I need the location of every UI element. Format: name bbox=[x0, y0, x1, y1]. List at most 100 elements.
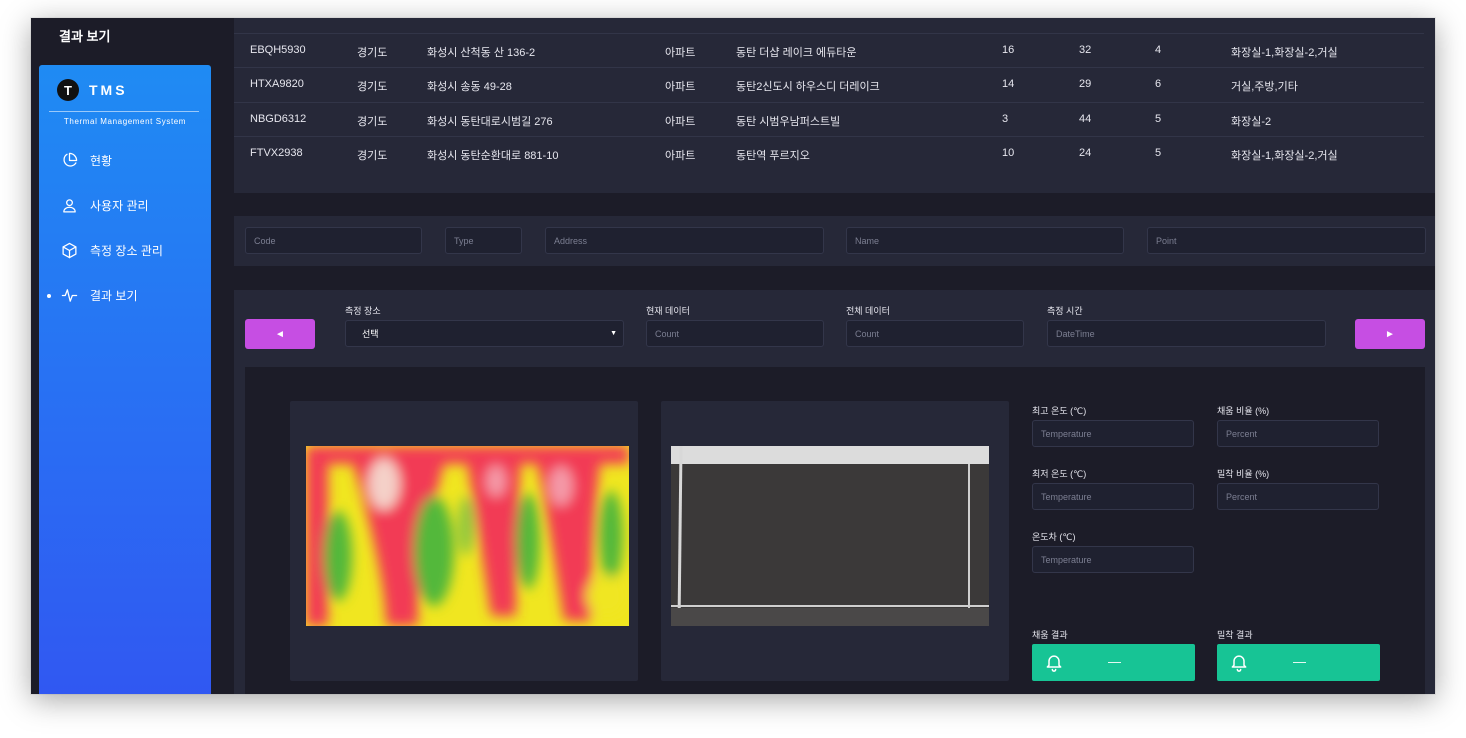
fill-ratio-input[interactable] bbox=[1217, 420, 1379, 447]
cell-code: HTXA9820 bbox=[250, 78, 304, 90]
cell-value-2: 44 bbox=[1079, 113, 1092, 125]
point-search-input[interactable] bbox=[1147, 227, 1426, 254]
pulse-icon bbox=[61, 288, 78, 302]
search-panel bbox=[234, 216, 1435, 266]
measurement-panel: ◄ 측정 장소 선택 ▼ 현재 데이터 전체 데이터 측정 시간 ► bbox=[234, 290, 1435, 694]
cell-value-2: 29 bbox=[1079, 78, 1092, 90]
next-button[interactable]: ► bbox=[1355, 319, 1425, 349]
sidebar: T TMS Thermal Management System 현황 사용자 관… bbox=[39, 65, 211, 694]
table-row[interactable]: NBGD6312 경기도 화성시 동탄대로시범길 276 아파트 동탄 시범우남… bbox=[234, 102, 1424, 137]
bell-icon bbox=[1231, 655, 1247, 672]
location-select-value: 선택 bbox=[362, 329, 379, 339]
sidebar-item-users[interactable]: 사용자 관리 bbox=[61, 193, 149, 217]
sidebar-item-locations[interactable]: 측정 장소 관리 bbox=[61, 238, 163, 262]
cell-value-2: 24 bbox=[1079, 147, 1092, 159]
max-temp-input[interactable] bbox=[1032, 420, 1194, 447]
thermal-card bbox=[290, 401, 638, 681]
cell-points: 화장실-1,화장실-2,거실 bbox=[1231, 47, 1338, 59]
adhesion-result-button[interactable]: — bbox=[1217, 644, 1380, 681]
brand-subtitle: Thermal Management System bbox=[63, 117, 187, 126]
cell-type: 아파트 bbox=[665, 150, 696, 162]
cell-region: 경기도 bbox=[357, 47, 388, 59]
cell-name: 동탄 시범우남퍼스트빌 bbox=[736, 116, 841, 128]
adhesion-ratio-label: 밀착 비율 (%) bbox=[1217, 469, 1270, 479]
cell-value-3: 4 bbox=[1155, 44, 1162, 56]
logo-icon: T bbox=[57, 79, 79, 101]
sidebar-item-status[interactable]: 현황 bbox=[61, 148, 112, 172]
cell-value-3: 5 bbox=[1155, 147, 1162, 159]
sidebar-item-label: 측정 장소 관리 bbox=[90, 243, 163, 258]
cell-value-3: 6 bbox=[1155, 78, 1162, 90]
cell-address: 화성시 동탄순환대로 881-10 bbox=[427, 150, 559, 162]
sidebar-item-label: 사용자 관리 bbox=[90, 198, 149, 213]
bell-icon bbox=[1046, 655, 1062, 672]
cell-code: FTVX2938 bbox=[250, 147, 303, 159]
adhesion-ratio-input[interactable] bbox=[1217, 483, 1379, 510]
fill-result-label: 채움 결과 bbox=[1032, 630, 1068, 640]
wall-photo bbox=[671, 446, 989, 626]
total-data-input[interactable] bbox=[846, 320, 1024, 347]
prev-button[interactable]: ◄ bbox=[245, 319, 315, 349]
cell-name: 동탄2신도시 하우스디 더레이크 bbox=[736, 81, 880, 93]
sidebar-item-label: 결과 보기 bbox=[90, 288, 138, 303]
cell-region: 경기도 bbox=[357, 150, 388, 162]
location-select[interactable]: 선택 ▼ bbox=[345, 320, 624, 347]
fill-ratio-label: 채움 비율 (%) bbox=[1217, 406, 1270, 416]
cell-points: 화장실-2 bbox=[1231, 116, 1272, 128]
cell-points: 화장실-1,화장실-2,거실 bbox=[1231, 150, 1338, 162]
table-row[interactable]: EBQH5930 경기도 화성시 산척동 산 136-2 아파트 동탄 더샵 레… bbox=[234, 33, 1424, 68]
cube-icon bbox=[62, 242, 77, 258]
photo-card bbox=[661, 401, 1009, 681]
name-search-input[interactable] bbox=[846, 227, 1124, 254]
cell-type: 아파트 bbox=[665, 81, 696, 93]
user-icon bbox=[63, 198, 76, 213]
measure-time-input[interactable] bbox=[1047, 320, 1326, 347]
total-data-label: 전체 데이터 bbox=[846, 306, 890, 316]
cell-value-1: 14 bbox=[1002, 78, 1015, 90]
adhesion-result-value: — bbox=[1293, 654, 1306, 669]
location-label: 측정 장소 bbox=[345, 306, 381, 316]
active-indicator bbox=[47, 294, 51, 298]
page-title: 결과 보기 bbox=[59, 29, 111, 44]
brand-name: TMS bbox=[89, 82, 128, 98]
type-search-input[interactable] bbox=[445, 227, 522, 254]
min-temp-label: 최저 온도 (℃) bbox=[1032, 469, 1087, 479]
cell-region: 경기도 bbox=[357, 116, 388, 128]
thermal-image bbox=[306, 446, 629, 626]
measure-time-label: 측정 시간 bbox=[1047, 306, 1083, 316]
cell-address: 화성시 동탄대로시범길 276 bbox=[427, 116, 553, 128]
cell-type: 아파트 bbox=[665, 116, 696, 128]
code-search-input[interactable] bbox=[245, 227, 422, 254]
sidebar-item-results[interactable]: 결과 보기 bbox=[61, 283, 138, 307]
cell-address: 화성시 송동 49-28 bbox=[427, 81, 512, 93]
fill-result-button[interactable]: — bbox=[1032, 644, 1195, 681]
sidebar-item-label: 현황 bbox=[90, 153, 113, 168]
cell-value-3: 5 bbox=[1155, 113, 1162, 125]
brand[interactable]: T TMS bbox=[57, 79, 128, 101]
table-row[interactable]: HTXA9820 경기도 화성시 송동 49-28 아파트 동탄2신도시 하우스… bbox=[234, 67, 1424, 102]
address-search-input[interactable] bbox=[545, 227, 824, 254]
cell-code: NBGD6312 bbox=[250, 113, 307, 125]
adhesion-result-label: 밀착 결과 bbox=[1217, 630, 1253, 640]
cell-points: 거실,주방,기타 bbox=[1231, 81, 1298, 93]
max-temp-label: 최고 온도 (℃) bbox=[1032, 406, 1087, 416]
min-temp-input[interactable] bbox=[1032, 483, 1194, 510]
fill-result-value: — bbox=[1108, 654, 1121, 669]
cell-value-2: 32 bbox=[1079, 44, 1092, 56]
cell-type: 아파트 bbox=[665, 47, 696, 59]
current-data-label: 현재 데이터 bbox=[646, 306, 690, 316]
brand-divider bbox=[49, 111, 199, 112]
current-data-input[interactable] bbox=[646, 320, 824, 347]
temp-diff-input[interactable] bbox=[1032, 546, 1194, 573]
cell-address: 화성시 산척동 산 136-2 bbox=[427, 47, 536, 59]
cell-name: 동탄 더샵 레이크 에듀타운 bbox=[736, 47, 857, 59]
temp-diff-label: 온도차 (℃) bbox=[1032, 532, 1076, 542]
location-table: EBQH5930 경기도 화성시 산척동 산 136-2 아파트 동탄 더샵 레… bbox=[234, 18, 1435, 193]
caret-down-icon: ▼ bbox=[610, 330, 617, 337]
cell-value-1: 3 bbox=[1002, 113, 1009, 125]
cell-code: EBQH5930 bbox=[250, 44, 306, 56]
pie-chart-icon bbox=[63, 152, 78, 167]
table-row[interactable]: FTVX2938 경기도 화성시 동탄순환대로 881-10 아파트 동탄역 푸… bbox=[234, 136, 1424, 171]
result-area: 최고 온도 (℃) 채움 비율 (%) 최저 온도 (℃) 밀착 비율 (%) … bbox=[245, 367, 1425, 694]
app-window: 결과 보기 T TMS Thermal Management System 현황… bbox=[31, 18, 1435, 694]
